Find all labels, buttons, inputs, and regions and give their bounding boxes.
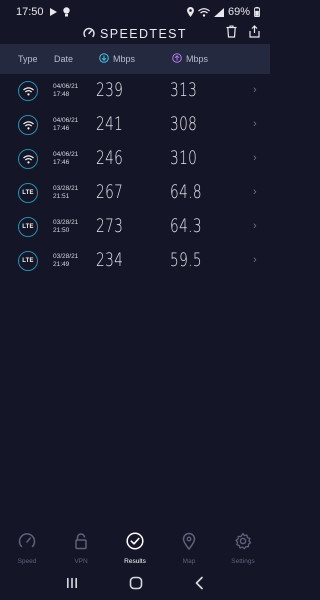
- lte-icon: LTE: [18, 251, 38, 271]
- result-row[interactable]: 04/06/21 17:46 241 308 ›: [0, 108, 270, 142]
- gear-icon: [234, 532, 252, 555]
- chevron-right-icon: ›: [253, 254, 257, 266]
- speedtest-logo: SPEEDTEST: [83, 27, 187, 42]
- download-speed: 239: [96, 79, 124, 101]
- bottom-nav: Speed VPN Results Map Settings: [0, 532, 270, 570]
- download-speed: 273: [96, 215, 124, 237]
- lock-icon: [72, 532, 90, 555]
- upload-speed: 308: [170, 113, 198, 135]
- battery-percent: 69%: [227, 6, 250, 18]
- lte-icon: LTE: [18, 183, 38, 203]
- chevron-right-icon: ›: [253, 152, 257, 164]
- download-speed: 241: [96, 113, 124, 135]
- result-row[interactable]: LTE 03/28/21 21:50 273 64.3 ›: [0, 210, 270, 244]
- speedtest-gauge-icon: [83, 27, 95, 42]
- back-icon[interactable]: [194, 576, 204, 595]
- speedometer-icon: [18, 532, 36, 555]
- result-row[interactable]: LTE 03/28/21 21:49 234 59.5 ›: [0, 244, 270, 278]
- recent-apps-icon[interactable]: [66, 576, 78, 594]
- result-row[interactable]: 04/06/21 17:46 246 310 ›: [0, 142, 270, 176]
- chevron-right-icon: ›: [253, 84, 257, 96]
- upload-column-header[interactable]: Mbps: [172, 53, 208, 65]
- nav-settings-label: Settings: [231, 558, 255, 565]
- result-date: 03/28/21 21:49: [53, 253, 79, 268]
- lightbulb-icon: [62, 7, 70, 17]
- share-icon[interactable]: [249, 25, 260, 43]
- download-speed: 234: [96, 249, 124, 271]
- chevron-right-icon: ›: [253, 220, 257, 232]
- nav-vpn-label: VPN: [74, 558, 88, 565]
- app-header: SPEEDTEST: [0, 24, 270, 44]
- type-column-label[interactable]: Type: [18, 54, 38, 64]
- result-row[interactable]: 04/06/21 17:48 239 313 ›: [0, 74, 270, 108]
- status-time: 17:50: [16, 6, 44, 18]
- wifi-icon: [18, 149, 38, 169]
- results-list: 04/06/21 17:48 239 313 › 04/06/21 17:46 …: [0, 74, 270, 278]
- upload-speed: 59.5: [170, 249, 202, 271]
- result-row[interactable]: LTE 03/28/21 21:51 267 64.8 ›: [0, 176, 270, 210]
- download-speed: 267: [96, 181, 124, 203]
- download-column-header[interactable]: Mbps: [99, 53, 135, 65]
- nav-map-label: Map: [182, 558, 196, 565]
- nav-map[interactable]: Map: [162, 532, 216, 570]
- chevron-right-icon: ›: [253, 186, 257, 198]
- results-column-header: Type Date Mbps Mbps: [0, 44, 270, 74]
- upload-speed: 313: [170, 79, 198, 101]
- map-pin-icon: [180, 532, 198, 555]
- nav-results-label: Results: [124, 558, 146, 565]
- delete-icon[interactable]: [226, 25, 237, 43]
- play-icon: [49, 8, 57, 16]
- nav-results[interactable]: Results: [108, 532, 162, 570]
- download-unit-label: Mbps: [113, 54, 136, 64]
- download-speed: 246: [96, 147, 124, 169]
- upload-speed: 310: [170, 147, 198, 169]
- result-date: 04/06/21 17:48: [53, 83, 79, 98]
- wifi-signal-icon: [198, 7, 210, 17]
- status-bar: 17:50 69%: [0, 0, 270, 24]
- location-icon: [186, 7, 194, 17]
- result-date: 03/28/21 21:50: [53, 219, 79, 234]
- nav-speed[interactable]: Speed: [0, 532, 54, 570]
- nav-settings[interactable]: Settings: [216, 532, 270, 570]
- lte-icon: LTE: [18, 217, 38, 237]
- upload-arrow-icon: [172, 53, 182, 65]
- home-icon[interactable]: [129, 576, 143, 595]
- nav-speed-label: Speed: [17, 558, 37, 565]
- battery-icon: [254, 7, 260, 17]
- result-date: 03/28/21 21:51: [53, 185, 79, 200]
- app-title: SPEEDTEST: [100, 27, 187, 41]
- upload-speed: 64.3: [170, 215, 202, 237]
- upload-speed: 64.8: [170, 181, 202, 203]
- chevron-right-icon: ›: [253, 118, 257, 130]
- system-nav-bar: [0, 570, 270, 600]
- check-circle-icon: [126, 532, 144, 555]
- wifi-icon: [18, 115, 38, 135]
- result-date: 04/06/21 17:46: [53, 151, 79, 166]
- nav-vpn[interactable]: VPN: [54, 532, 108, 570]
- cell-signal-icon: [213, 7, 224, 17]
- date-column-label[interactable]: Date: [54, 54, 73, 64]
- wifi-icon: [18, 81, 38, 101]
- download-arrow-icon: [99, 53, 109, 65]
- upload-unit-label: Mbps: [186, 54, 209, 64]
- result-date: 04/06/21 17:46: [53, 117, 79, 132]
